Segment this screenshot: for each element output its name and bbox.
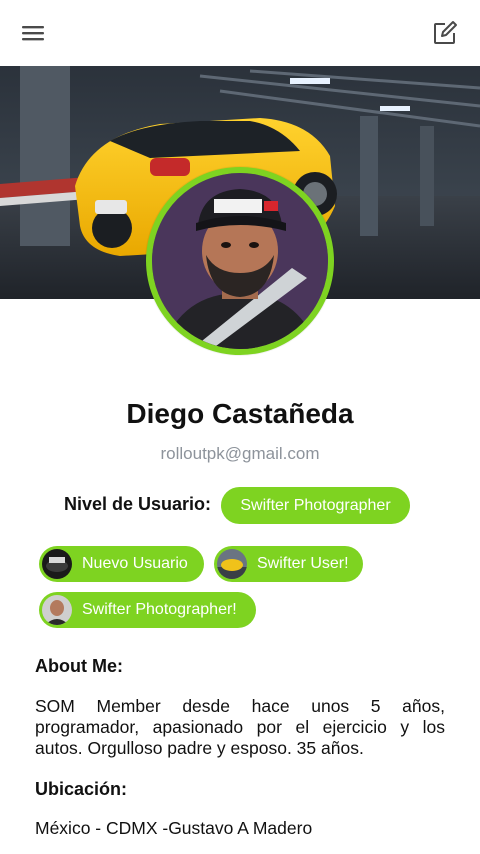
badge-nuevo-usuario-image bbox=[42, 549, 72, 579]
profile-name: Diego Castañeda bbox=[126, 398, 354, 429]
avatar-photo bbox=[152, 173, 328, 349]
badge-swifter-user-image bbox=[217, 549, 247, 579]
about-title: About Me: bbox=[35, 656, 123, 676]
profile-email: rolloutpk@gmail.com bbox=[160, 444, 320, 463]
location-title: Ubicación: bbox=[35, 779, 128, 799]
badge-label: Swifter User! bbox=[257, 555, 349, 572]
user-level-label: Nivel de Usuario: bbox=[64, 494, 212, 514]
edit-square-icon[interactable] bbox=[430, 18, 460, 48]
badge-nuevo-usuario[interactable]: Nuevo Usuario bbox=[39, 546, 204, 582]
profile-avatar[interactable] bbox=[146, 167, 334, 355]
user-level-row: Nivel de Usuario: Swifter Photographer bbox=[0, 487, 480, 524]
badge-label: Nuevo Usuario bbox=[82, 555, 188, 572]
badge-swifter-user[interactable]: Swifter User! bbox=[214, 546, 363, 582]
badge-label: Swifter Photographer! bbox=[82, 601, 237, 618]
badge-swifter-photographer[interactable]: Swifter Photographer! bbox=[39, 592, 256, 628]
user-level-badge[interactable]: Swifter Photographer bbox=[221, 487, 410, 524]
location-text: México - CDMX -Gustavo A Madero bbox=[35, 818, 313, 838]
user-level-value: Swifter Photographer bbox=[240, 496, 391, 514]
top-bar bbox=[0, 0, 480, 66]
badge-swifter-photographer-image bbox=[42, 595, 72, 625]
hamburger-menu-icon[interactable] bbox=[18, 18, 48, 48]
about-text: SOM Member desde hace unos 5 años, progr… bbox=[35, 696, 445, 758]
